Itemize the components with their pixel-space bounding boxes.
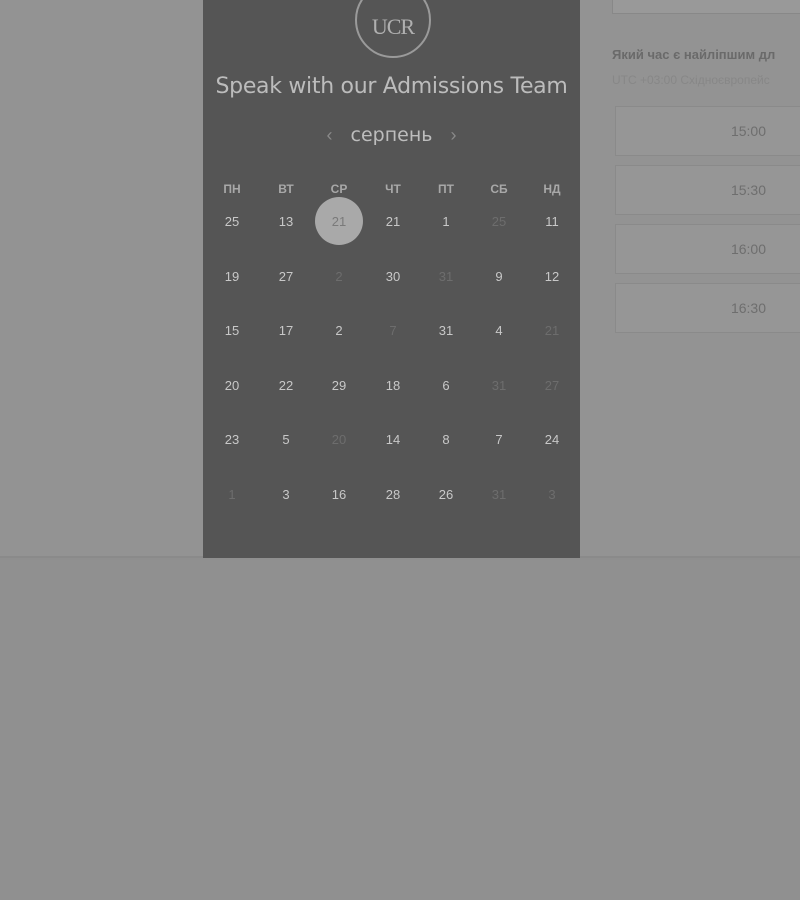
calendar-day[interactable]: 26 (422, 470, 470, 518)
calendar-day[interactable]: 17 (262, 306, 310, 354)
calendar-day: 7 (389, 322, 397, 338)
calendar-day[interactable]: 24 (528, 415, 576, 463)
calendar-day[interactable]: 23 (208, 415, 256, 463)
calendar-day[interactable]: 1 (422, 197, 470, 245)
page-overlay-bottom (0, 560, 800, 900)
calendar-day[interactable]: 25 (208, 197, 256, 245)
calendar-day[interactable]: 8 (422, 415, 470, 463)
time-heading: Який час є найліпшим дл (612, 47, 776, 62)
calendar-day[interactable]: 22 (262, 361, 310, 409)
calendar-day: 20 (331, 431, 347, 447)
calendar-day[interactable]: 28 (369, 470, 417, 518)
calendar-day[interactable]: 9 (475, 252, 523, 300)
calendar-day[interactable]: 21 (369, 197, 417, 245)
calendar-day[interactable]: 5 (262, 415, 310, 463)
calendar-day[interactable]: 27 (262, 252, 310, 300)
time-selection: Який час є найліпшим дл UTC +03:00 Східн… (610, 0, 800, 558)
calendar-day[interactable]: 18 (369, 361, 417, 409)
calendar-day[interactable]: 3 (262, 470, 310, 518)
scheduler-panel: UCR Speak with our Admissions Team ‹ сер… (203, 0, 580, 558)
time-slot-button[interactable]: 16:30 (615, 283, 800, 333)
calendar-day[interactable]: 7 (475, 415, 523, 463)
calendar-day[interactable]: 29 (315, 361, 363, 409)
timezone-label: UTC +03:00 Східноєвропейс (612, 73, 770, 87)
calendar-day: 1 (228, 486, 236, 502)
top-button[interactable] (612, 0, 800, 14)
time-slot-button[interactable]: 16:00 (615, 224, 800, 274)
calendar-day[interactable]: 30 (369, 252, 417, 300)
calendar-day: 3 (548, 486, 556, 502)
calendar-day[interactable]: 31 (422, 306, 470, 354)
calendar-day: 27 (544, 377, 560, 393)
calendar-day[interactable]: 21 (315, 197, 363, 245)
calendar-day: 31 (438, 268, 454, 284)
calendar-day[interactable]: 11 (528, 197, 576, 245)
calendar-day[interactable]: 12 (528, 252, 576, 300)
calendar-day[interactable]: 13 (262, 197, 310, 245)
calendar-day[interactable]: 4 (475, 306, 523, 354)
calendar-day: 2 (335, 268, 343, 284)
calendar-day[interactable]: 15 (208, 306, 256, 354)
calendar-day: 25 (491, 213, 507, 229)
calendar-day: 31 (491, 486, 507, 502)
calendar-day[interactable]: 19 (208, 252, 256, 300)
calendar-day[interactable]: 16 (315, 470, 363, 518)
calendar-day[interactable]: 2 (315, 306, 363, 354)
calendar-day[interactable]: 14 (369, 415, 417, 463)
time-slot-button[interactable]: 15:30 (615, 165, 800, 215)
calendar-day[interactable]: 20 (208, 361, 256, 409)
calendar-grid: 25 13 21 21 1 25 11 19 27 2 30 31 9 12 15 17 2 7 31 4 21 20 22… (203, 0, 580, 558)
calendar-day: 21 (544, 322, 560, 338)
calendar-day[interactable]: 6 (422, 361, 470, 409)
calendar-day: 31 (491, 377, 507, 393)
time-slot-button[interactable]: 15:00 (615, 106, 800, 156)
